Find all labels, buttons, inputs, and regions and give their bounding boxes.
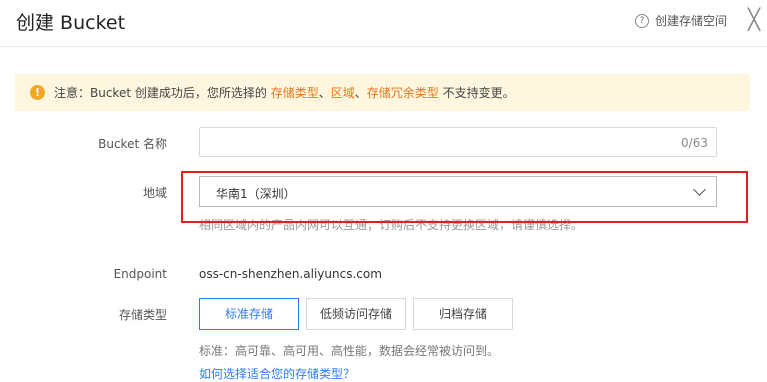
region-selected-value: 华南1（深圳）	[216, 187, 296, 201]
warning-icon: !	[30, 85, 45, 100]
storage-option-archive[interactable]: 归档存储	[413, 298, 513, 330]
storage-description: 标准：高可靠、高可用、高性能，数据会经常被访问到。	[199, 344, 500, 358]
notice-redundancy: 存储冗余类型	[366, 86, 439, 100]
dialog-header: 创建 Bucket ? 创建存储空间 ╳	[0, 0, 767, 47]
question-circle-icon: ?	[635, 13, 649, 28]
storage-help-link[interactable]: 如何选择适合您的存储类型？	[199, 365, 355, 382]
storage-option-ia[interactable]: 低频访问存储	[306, 298, 406, 330]
dialog-title: 创建 Bucket	[16, 12, 126, 34]
bucket-name-input[interactable]: 0/63	[199, 127, 717, 157]
storage-type-label: 存储类型	[118, 308, 167, 322]
storage-option-standard[interactable]: 标准存储	[199, 298, 299, 330]
region-select[interactable]: 华南1（深圳）	[199, 176, 717, 207]
notice-region: 区域	[330, 86, 355, 100]
endpoint-value: oss-cn-shenzhen.aliyuncs.com	[199, 267, 382, 281]
chevron-down-icon	[693, 183, 706, 196]
notice-banner: ! 注意：Bucket 创建成功后，您所选择的 存储类型、区域、存储冗余类型 不…	[15, 74, 750, 111]
notice-storage-type: 存储类型	[270, 86, 319, 100]
help-link-label: 创建存储空间	[655, 14, 728, 28]
char-counter: 0/63	[681, 136, 708, 150]
endpoint-label: Endpoint	[113, 267, 167, 281]
help-link[interactable]: ? 创建存储空间	[635, 12, 727, 29]
region-label: 地域	[142, 186, 167, 200]
bucket-name-label: Bucket 名称	[98, 137, 167, 151]
notice-text: 注意：Bucket 创建成功后，您所选择的 存储类型、区域、存储冗余类型 不支持…	[54, 86, 515, 100]
close-icon[interactable]: ╳	[748, 7, 760, 31]
region-hint: 相同区域内的产品内网可以互通；订购后不支持更换区域，请谨慎选择。	[199, 218, 584, 232]
